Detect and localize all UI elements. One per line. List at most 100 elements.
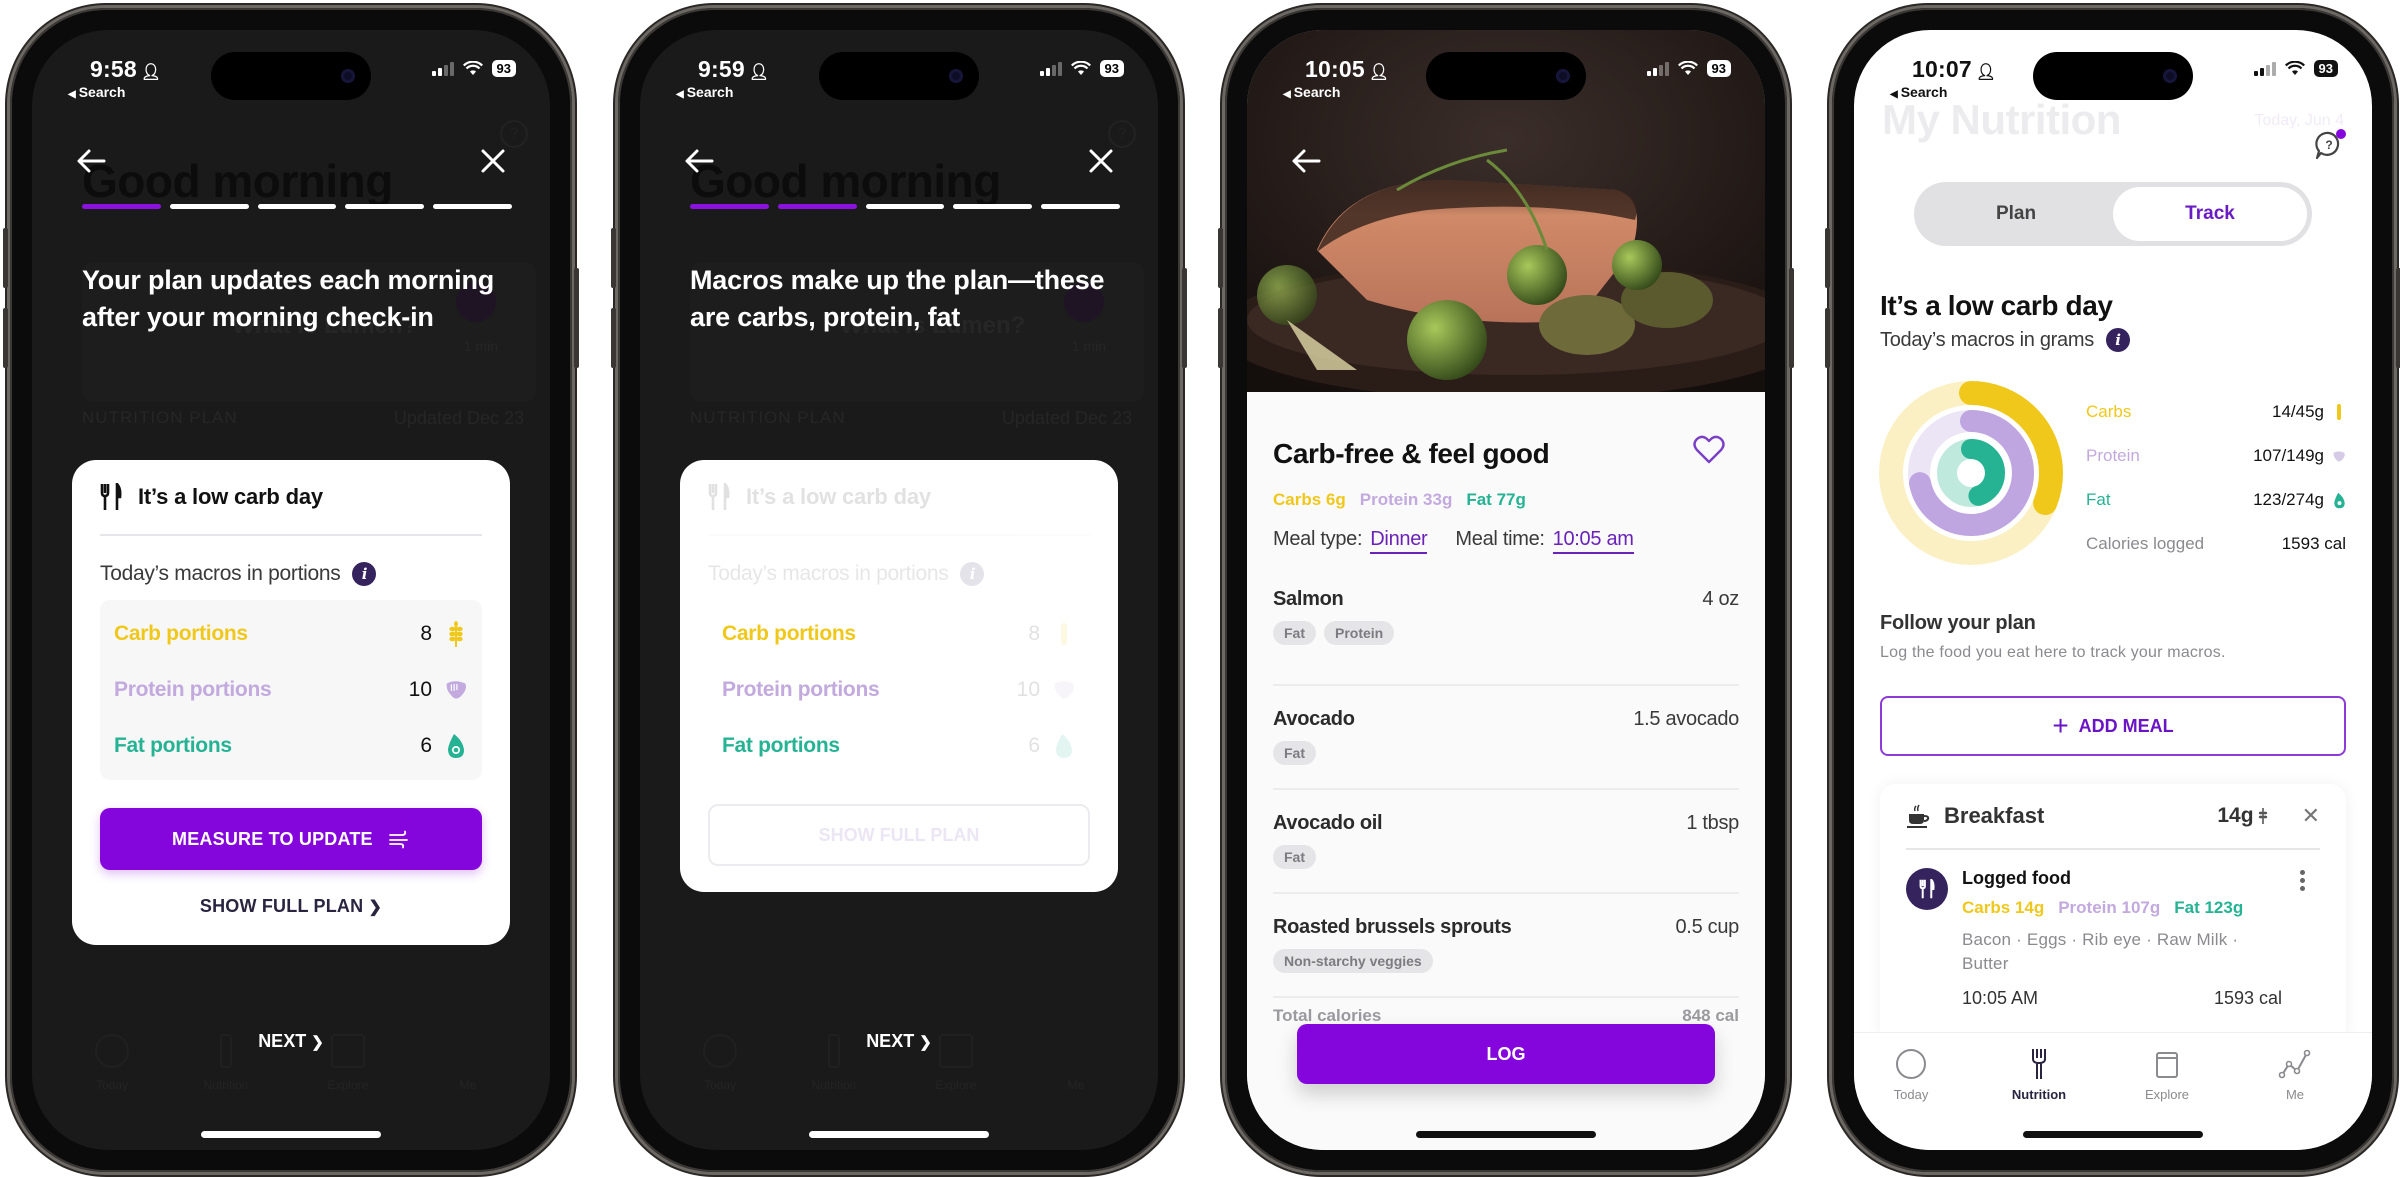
onboarding-progress — [690, 204, 1120, 209]
back-to-app-link[interactable]: ◀ Search — [68, 84, 125, 100]
meal-type-select[interactable]: Dinner — [1370, 528, 1428, 554]
tab-nutrition[interactable]: Nutrition — [1994, 1047, 2084, 1102]
signal-icon — [2253, 61, 2276, 76]
segment-track[interactable]: Track — [2113, 187, 2307, 241]
screen: 10:05 👤︎ ◀ Search 93 Carb-free & feel good… — [1247, 30, 1765, 1150]
food-item[interactable]: Roasted brussels sprouts 0.5 cup Non-sta… — [1273, 894, 1739, 998]
battery-indicator: 93 — [1706, 60, 1731, 77]
meal-time-select[interactable]: 10:05 am — [1552, 528, 1634, 554]
favorite-heart-icon[interactable] — [1693, 434, 1725, 466]
food-tag: Fat — [1273, 621, 1316, 645]
info-icon[interactable]: i — [2105, 328, 2130, 352]
tab-me[interactable]: Me — [2250, 1047, 2340, 1102]
wifi-icon — [462, 61, 483, 75]
measure-to-update-button[interactable]: MEASURE TO UPDATE — [100, 808, 482, 870]
dynamic-island — [1426, 52, 1586, 100]
macros-card-highlighted: It’s a low carb day Today’s macros in po… — [680, 460, 1118, 892]
meal-title: Carb-free & feel good — [1273, 438, 1550, 469]
macro-legend: Carbs 14/45g Protein 107/149g Fat 123/27… — [2086, 390, 2346, 566]
progress-segment — [433, 204, 512, 209]
card-title: It’s a low carb day — [138, 484, 323, 509]
fork-knife-icon — [1906, 868, 1948, 910]
food-tag: Fat — [1273, 741, 1316, 765]
close-icon[interactable] — [1084, 144, 1118, 178]
avocado-icon — [444, 734, 468, 758]
segment-plan[interactable]: Plan — [1919, 187, 2113, 241]
show-full-plan-button[interactable]: SHOW FULL PLAN — [708, 804, 1090, 866]
meal-meta: Meal type: Dinner Meal time: 10:05 am — [1273, 528, 1634, 554]
macros-subtitle: Today’s macros in portions — [100, 562, 341, 585]
log-button[interactable]: LOG — [1297, 1024, 1715, 1084]
meal-macros: Carbs 6g Protein 33g Fat 77g — [1273, 490, 1526, 509]
phone-onboarding-step-2: 9:59 👤︎ ◀ Search 93 Good morning ? What is… — [611, 8, 1187, 1172]
avocado-icon — [2332, 492, 2346, 509]
card-title: It’s a low carb day — [746, 484, 931, 509]
next-button[interactable]: NEXT ❯ — [640, 1031, 1158, 1052]
battery-indicator: 93 — [1099, 60, 1124, 77]
food-item[interactable]: Salmon 4 oz Fat Protein — [1273, 582, 1739, 686]
progress-segment — [82, 204, 161, 209]
circle-icon — [1896, 1049, 1926, 1079]
status-time: 9:58 👤︎ — [90, 56, 162, 82]
info-icon[interactable]: i — [352, 562, 377, 586]
dynamic-island — [211, 52, 371, 100]
signal-icon — [1039, 61, 1062, 76]
progress-segment — [690, 204, 769, 209]
close-icon[interactable] — [476, 144, 510, 178]
svg-text:?: ? — [2325, 138, 2332, 152]
home-indicator — [1416, 1131, 1596, 1138]
show-full-plan-link[interactable]: SHOW FULL PLAN ❯ — [72, 896, 510, 917]
back-to-app-link[interactable]: ◀ Search — [1283, 84, 1340, 100]
wifi-icon — [2284, 61, 2305, 75]
back-to-app-link[interactable]: ◀ Search — [1890, 84, 1947, 100]
tab-today[interactable]: Today — [1866, 1047, 1956, 1102]
coach-text: Macros make up the plan—these are carbs,… — [690, 265, 1105, 332]
next-button[interactable]: NEXT ❯ — [32, 1031, 550, 1052]
progress-segment — [1041, 204, 1120, 209]
progress-segment — [777, 204, 857, 209]
food-tag: Fat — [1273, 845, 1316, 869]
phone-meal-detail: 10:05 👤︎ ◀ Search 93 Carb-free & feel good… — [1218, 8, 1794, 1172]
phone-onboarding-step-1: 9:58 👤︎ ◀ Search 93 Good morning ? What is… — [3, 8, 579, 1172]
legend-fat: Fat 123/274g — [2086, 478, 2346, 522]
fork-knife-icon — [708, 483, 730, 510]
dynamic-island — [819, 52, 979, 100]
food-item[interactable]: Avocado 1.5 avocado Fat — [1273, 686, 1739, 790]
macro-row-carb: Carb portions 8 — [708, 606, 1090, 662]
wheat-icon — [2332, 403, 2346, 421]
battery-indicator: 93 — [491, 60, 516, 77]
back-arrow-icon[interactable] — [1289, 144, 1323, 178]
avocado-icon — [1052, 734, 1076, 758]
background-title: Good morning — [82, 155, 393, 207]
legend-carbs: Carbs 14/45g — [2086, 390, 2346, 434]
help-chat-icon[interactable]: ? — [2312, 128, 2348, 164]
back-arrow-icon[interactable] — [74, 144, 108, 178]
meal-details: Carb-free & feel good Carbs 6g Protein 3… — [1247, 392, 1765, 1150]
macro-row-carb: Carb portions 8 — [100, 606, 482, 662]
coffee-cup-icon — [1907, 804, 1930, 828]
remove-meal-icon[interactable]: ✕ — [2302, 803, 2320, 829]
background-updated: Updated Dec 23 — [1001, 408, 1132, 428]
macros-card: It’s a low carb day Today’s macros in po… — [72, 460, 510, 945]
add-meal-button[interactable]: + ADD MEAL — [1880, 696, 2346, 756]
breath-icon — [389, 830, 408, 849]
steak-icon — [1052, 678, 1076, 702]
info-icon: i — [960, 562, 985, 586]
food-item[interactable]: Avocado oil 1 tbsp Fat — [1273, 790, 1739, 894]
tab-explore[interactable]: Explore — [2122, 1047, 2212, 1102]
macros-subtitle: Today’s macros in grams — [1880, 328, 2094, 351]
back-arrow-icon[interactable] — [682, 144, 716, 178]
back-to-app-link[interactable]: ◀ Search — [676, 84, 733, 100]
progress-segment — [257, 204, 337, 209]
fork-icon — [2032, 1049, 2046, 1079]
total-calories: Total calories 848 cal — [1273, 1006, 1739, 1025]
wheat-icon — [2258, 808, 2267, 824]
day-heading: It’s a low carb day — [1880, 290, 2113, 321]
fork-knife-icon — [100, 483, 122, 510]
plus-icon: + — [2052, 710, 2069, 741]
status-time: 9:59 👤︎ — [698, 56, 770, 82]
more-options-icon[interactable] — [2300, 870, 2306, 894]
macro-row-protein: Protein portions 10 — [100, 662, 482, 718]
macro-row-fat: Fat portions 6 — [708, 718, 1090, 774]
screen: 9:58 👤︎ ◀ Search 93 Good morning ? What is… — [32, 30, 550, 1150]
